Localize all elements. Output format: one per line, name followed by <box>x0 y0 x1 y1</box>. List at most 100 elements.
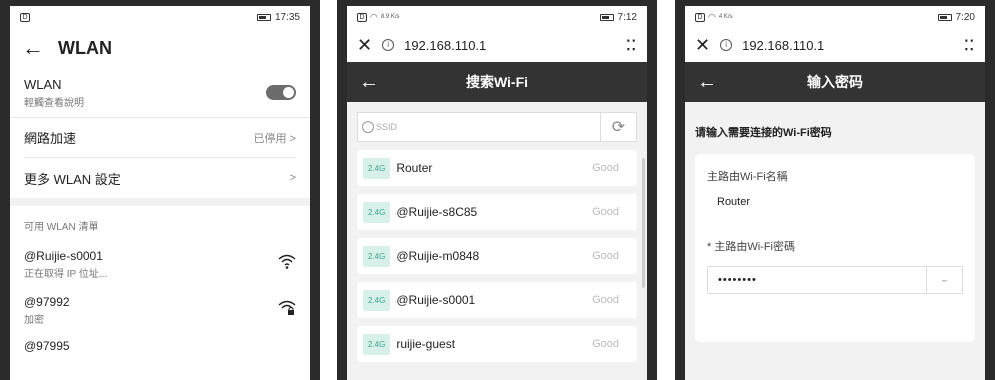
wifi-list-area: SSID ⟳ 2.4G Router Good 2.4G @Ruijie-s8C… <box>347 102 647 380</box>
wifi-status-icon: ◠ <box>370 11 378 22</box>
network-item[interactable]: @Ruijie-s0001 正在取得 IP 位址... <box>10 241 310 287</box>
wifi-ap-item[interactable]: 2.4G Router Good <box>357 150 637 186</box>
canvas: D 17:35 ← WLAN WLAN 輕觸查看說明 網路加速 已停用 > 更多… <box>0 0 995 380</box>
network-name: @97992 <box>24 294 70 309</box>
wifi-lock-icon <box>278 300 296 321</box>
page-header: ← 搜索Wi-Fi <box>347 62 647 102</box>
password-label: * 主路由Wi-Fi密碼 <box>707 241 795 253</box>
wifi-status-icon: ◠ <box>708 11 716 22</box>
status-bar: D ◠ 4 K/s 7:20 <box>685 6 985 28</box>
network-status: 加密 <box>24 314 44 326</box>
network-accel-value: 已停用 > <box>253 132 297 145</box>
page-title: 搜索Wi-Fi <box>465 74 529 90</box>
network-item[interactable]: @97995 <box>10 333 310 363</box>
page-header: ← 输入密码 <box>685 62 985 102</box>
back-arrow-icon[interactable]: ← <box>22 37 44 59</box>
network-name: @Ruijie-s0001 <box>24 248 103 263</box>
password-input[interactable]: •••••••• <box>707 266 927 294</box>
band-badge: 2.4G <box>363 201 391 223</box>
phone-settings: D 17:35 ← WLAN WLAN 輕觸查看說明 網路加速 已停用 > 更多… <box>0 0 320 380</box>
sim-icon: D <box>20 12 30 22</box>
band-badge: 2.4G <box>363 289 391 311</box>
ap-quality: Good <box>592 338 619 350</box>
section-divider <box>10 198 310 206</box>
phone-search-wifi: D ◠ 8.9 K/s 7:12 ✕ i 192.168.110.1 ⁚⁚ ← … <box>337 0 657 380</box>
network-status: 正在取得 IP 位址... <box>24 268 108 280</box>
network-item[interactable]: @97992 加密 <box>10 287 310 333</box>
more-wlan-label: 更多 WLAN 設定 <box>24 171 121 187</box>
refresh-icon[interactable]: ⟳ <box>601 112 637 142</box>
status-bar: D 17:35 <box>10 6 310 28</box>
sim-icon: D <box>695 12 705 22</box>
menu-icon[interactable]: ⁚⁚ <box>964 37 975 54</box>
battery-icon <box>256 13 271 21</box>
search-placeholder: SSID <box>376 122 398 132</box>
ssid-search-input[interactable]: SSID <box>357 112 601 142</box>
wifi-ap-item[interactable]: 2.4G @Ruijie-m0848 Good <box>357 238 637 274</box>
more-wlan-settings-row[interactable]: 更多 WLAN 設定 > <box>10 158 310 198</box>
ap-ssid: ruijie-guest <box>396 337 456 351</box>
net-speed: 4 K/s <box>718 14 733 20</box>
wifi-ap-item[interactable]: 2.4G @Ruijie-s0001 Good <box>357 282 637 318</box>
url-text[interactable]: 192.168.110.1 <box>742 38 954 53</box>
settings-screen: D 17:35 ← WLAN WLAN 輕觸查看說明 網路加速 已停用 > 更多… <box>10 6 310 380</box>
browser-url-bar: ✕ i 192.168.110.1 ⁚⁚ <box>685 28 985 62</box>
ap-ssid: Router <box>396 161 433 175</box>
ap-ssid: @Ruijie-s0001 <box>396 293 476 307</box>
search-icon <box>362 121 374 133</box>
wlan-toggle-row[interactable]: WLAN 輕觸查看說明 <box>10 68 310 118</box>
band-badge: 2.4G <box>363 245 391 267</box>
ssid-value: Router <box>717 196 751 208</box>
status-time: 17:35 <box>274 11 300 23</box>
page-title: 输入密码 <box>807 74 863 90</box>
search-row: SSID ⟳ <box>357 112 637 142</box>
menu-icon[interactable]: ⁚⁚ <box>626 37 637 54</box>
ap-quality: Good <box>592 206 619 218</box>
scrollbar[interactable] <box>642 158 645 288</box>
wifi-ap-item[interactable]: 2.4G @Ruijie-s8C85 Good <box>357 194 637 230</box>
battery-icon <box>937 13 952 21</box>
phone-enter-password: D ◠ 4 K/s 7:20 ✕ i 192.168.110.1 ⁚⁚ ← 输入… <box>675 0 995 380</box>
ap-quality: Good <box>592 294 619 306</box>
search-screen: D ◠ 8.9 K/s 7:12 ✕ i 192.168.110.1 ⁚⁚ ← … <box>347 6 647 380</box>
ap-quality: Good <box>592 250 619 262</box>
wifi-ap-item[interactable]: 2.4G ruijie-guest Good <box>357 326 637 362</box>
band-badge: 2.4G <box>363 333 391 355</box>
info-icon[interactable]: i <box>720 39 733 51</box>
ssid-label: 主路由Wi-Fi名稱 <box>707 171 788 183</box>
net-speed: 8.9 K/s <box>380 14 400 20</box>
ap-ssid: @Ruijie-s8C85 <box>396 205 478 219</box>
band-badge: 2.4G <box>363 157 391 179</box>
sim-icon: D <box>357 12 367 22</box>
password-screen: D ◠ 4 K/s 7:20 ✕ i 192.168.110.1 ⁚⁚ ← 输入… <box>685 6 985 380</box>
ap-ssid: @Ruijie-m0848 <box>396 249 480 263</box>
close-icon[interactable]: ✕ <box>695 35 710 56</box>
password-prompt: 请输入需要连接的Wi-Fi密码 <box>695 127 832 139</box>
status-bar: D ◠ 8.9 K/s 7:12 <box>347 6 647 28</box>
network-accel-label: 網路加速 <box>24 131 77 146</box>
browser-url-bar: ✕ i 192.168.110.1 ⁚⁚ <box>347 28 647 62</box>
password-row: •••••••• ⌣ <box>707 266 963 294</box>
eye-closed-icon[interactable]: ⌣ <box>927 266 963 294</box>
wlan-toggle[interactable] <box>266 85 296 100</box>
back-arrow-icon[interactable]: ← <box>359 72 379 92</box>
status-time: 7:12 <box>617 11 637 23</box>
available-list-title: 可用 WLAN 清單 <box>24 222 99 233</box>
status-time: 7:20 <box>955 11 975 23</box>
network-name: @97995 <box>24 339 70 353</box>
ap-quality: Good <box>592 162 619 174</box>
password-card: 主路由Wi-Fi名稱 Router * 主路由Wi-Fi密碼 •••••••• … <box>695 154 975 342</box>
page-title: WLAN <box>58 37 112 58</box>
battery-icon <box>599 13 614 21</box>
back-arrow-icon[interactable]: ← <box>697 72 717 92</box>
wifi-icon <box>278 254 296 275</box>
wlan-sub: 輕觸查看說明 <box>24 97 84 109</box>
chevron-right-icon: > <box>289 172 296 184</box>
settings-header: ← WLAN <box>10 28 310 68</box>
info-icon[interactable]: i <box>382 39 395 51</box>
wlan-label: WLAN <box>24 76 62 92</box>
url-text[interactable]: 192.168.110.1 <box>404 38 616 53</box>
close-icon[interactable]: ✕ <box>357 35 372 56</box>
network-accel-row[interactable]: 網路加速 已停用 > <box>24 118 296 158</box>
password-form-area: 请输入需要连接的Wi-Fi密码 主路由Wi-Fi名稱 Router * 主路由W… <box>685 102 985 380</box>
